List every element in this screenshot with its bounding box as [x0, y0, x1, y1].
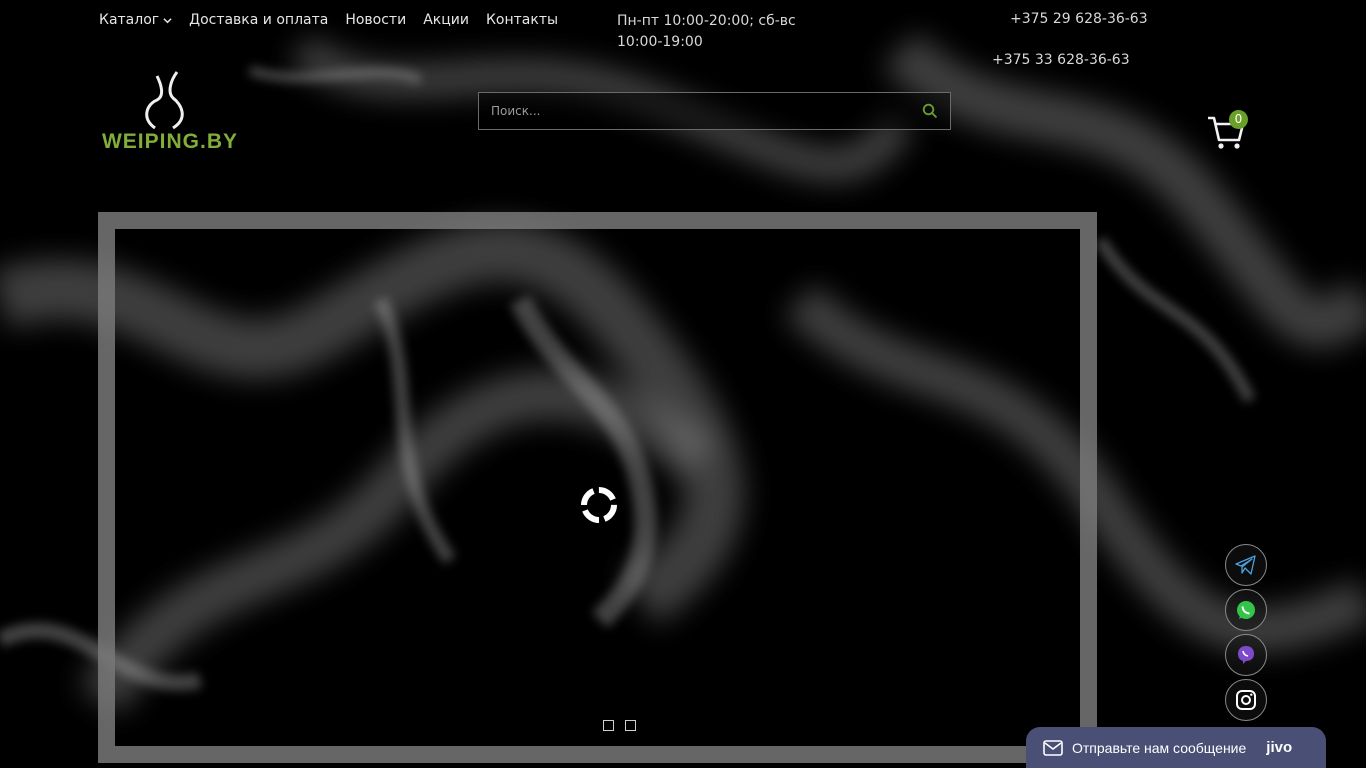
site-logo[interactable]: WEIPING.BY [99, 70, 241, 154]
search-box [478, 92, 951, 130]
chat-brand: jivo [1266, 739, 1293, 756]
search-icon[interactable] [922, 103, 938, 119]
chat-message-label: Отправьте нам сообщение [1072, 739, 1247, 756]
search-input[interactable] [479, 93, 909, 129]
mail-icon [1043, 739, 1063, 756]
logo-text: WEIPING.BY [101, 130, 238, 153]
phone-link-1[interactable]: +375 29 628-36-63 [1010, 11, 1148, 27]
nav-catalog-label: Каталог [99, 12, 160, 28]
nav-catalog[interactable]: Каталог [99, 12, 172, 28]
main-nav: Каталог Доставка и оплата Новости Акции … [99, 12, 558, 28]
loading-spinner-icon [581, 487, 617, 523]
cart-count-badge: 0 [1229, 110, 1248, 129]
working-hours: Пн-пт 10:00-20:00; сб-вс 10:00-19:00 [617, 13, 796, 50]
instagram-button[interactable] [1225, 679, 1267, 721]
slider-dots [603, 720, 636, 731]
nav-delivery[interactable]: Доставка и оплата [189, 12, 328, 28]
viber-icon [1238, 646, 1254, 664]
nav-promos[interactable]: Акции [423, 12, 469, 28]
instagram-icon [1236, 690, 1256, 710]
telegram-button[interactable] [1225, 544, 1267, 586]
chat-widget[interactable]: Отправьте нам сообщение jivo [1026, 727, 1326, 768]
viber-button[interactable] [1225, 634, 1267, 676]
whatsapp-button[interactable] [1225, 589, 1267, 631]
whatsapp-icon [1237, 601, 1255, 619]
steam-logo-icon [145, 71, 184, 130]
slider-dot-2[interactable] [625, 720, 636, 731]
telegram-icon [1235, 555, 1256, 575]
phone-link-2[interactable]: +375 33 628-36-63 [992, 52, 1130, 68]
nav-news[interactable]: Новости [345, 12, 406, 28]
slider-dot-1[interactable] [603, 720, 614, 731]
chevron-down-icon [163, 17, 172, 23]
nav-contacts[interactable]: Контакты [486, 12, 558, 28]
